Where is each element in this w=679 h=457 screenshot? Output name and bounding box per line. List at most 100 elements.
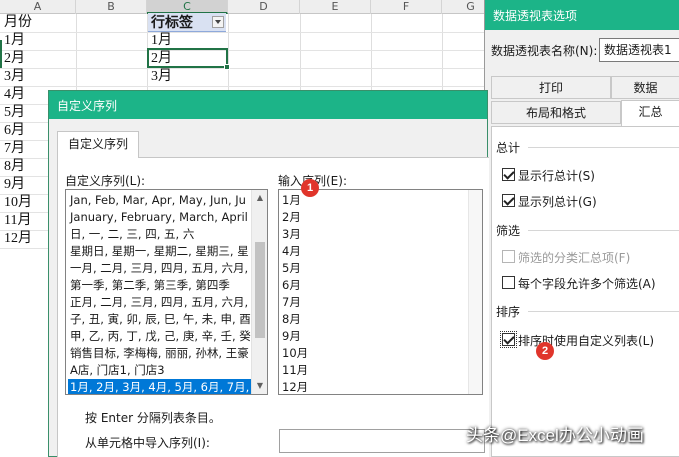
callout-badge-2: 2: [536, 342, 554, 360]
column-header-b[interactable]: B: [76, 0, 147, 14]
tab-totals-filters[interactable]: 汇总: [621, 100, 679, 127]
list-item[interactable]: 子, 丑, 寅, 卯, 辰, 巳, 午, 未, 申, 酉: [68, 311, 252, 328]
list-entry: 1月: [282, 193, 301, 207]
cell-a8[interactable]: 7月: [4, 140, 25, 158]
callout-badge-1: 1: [301, 179, 319, 197]
cell-a3[interactable]: 2月: [4, 50, 25, 68]
section-sorting: 排序: [496, 305, 521, 319]
list-entry: 12月: [282, 380, 309, 394]
section-totals: 总计: [496, 141, 521, 155]
option-show-row-totals[interactable]: 显示行总计(S): [518, 167, 595, 184]
checkbox-use-custom-lists[interactable]: [500, 331, 517, 348]
list-entry: 9月: [282, 329, 301, 343]
list-item[interactable]: 销售目标, 李梅梅, 丽丽, 孙林, 王豪: [68, 345, 252, 362]
column-header-c[interactable]: C: [147, 0, 228, 14]
list-item[interactable]: 日, 一, 二, 三, 四, 五, 六: [68, 226, 252, 243]
watermark-text: 头条@Excel办公小动画: [466, 426, 644, 445]
list-entry: 10月: [282, 346, 309, 360]
column-header-row: A B C D E F G: [0, 0, 500, 14]
list-item[interactable]: January, February, March, April: [68, 209, 252, 226]
cell-a2[interactable]: 1月: [4, 32, 25, 50]
cell-a4[interactable]: 3月: [4, 68, 25, 86]
gridline: [0, 32, 500, 33]
option-filtered-subtotals[interactable]: 筛选的分类汇总项(F): [518, 249, 630, 266]
list-item[interactable]: 甲, 乙, 丙, 丁, 戊, 己, 庚, 辛, 壬, 癸: [68, 328, 252, 345]
cell-a6[interactable]: 5月: [4, 104, 25, 122]
custom-lists-label: 自定义序列(L):: [65, 174, 146, 188]
checkbox-multiple-filters[interactable]: [502, 276, 515, 289]
enter-hint: 按 Enter 分隔列表条目。: [85, 411, 221, 425]
list-entry: 5月: [282, 261, 301, 275]
option-show-col-totals[interactable]: 显示列总计(G): [518, 193, 597, 210]
pivot-options-titlebar[interactable]: 数据透视表选项: [485, 0, 679, 30]
list-entry: 3月: [282, 227, 301, 241]
section-divider: [528, 230, 679, 231]
cell-a9[interactable]: 8月: [4, 158, 25, 176]
scroll-up-icon[interactable]: ▲: [252, 190, 267, 206]
option-multiple-filters[interactable]: 每个字段允许多个筛选(A): [518, 275, 656, 292]
custom-lists-scrollbar[interactable]: ▲ ▼: [251, 190, 267, 394]
cell-a7[interactable]: 6月: [4, 122, 25, 140]
cell-a5[interactable]: 4月: [4, 86, 25, 104]
active-cell-border: [147, 48, 228, 68]
gridline: [0, 68, 500, 69]
checkbox-show-col-totals[interactable]: [502, 194, 515, 207]
custom-list-titlebar[interactable]: 自定义序列: [49, 91, 487, 119]
selection-edge: [0, 40, 2, 68]
custom-lists-listbox[interactable]: Jan, Feb, Mar, Apr, May, Jun, Ju January…: [65, 189, 268, 395]
list-entry: 6月: [282, 278, 301, 292]
column-header-e[interactable]: E: [300, 0, 371, 14]
cell-a12[interactable]: 11月: [4, 212, 31, 230]
tab-layout-format[interactable]: 布局和格式: [491, 101, 621, 124]
section-divider: [528, 311, 679, 312]
gridline: [0, 50, 500, 51]
pivot-options-title: 数据透视表选项: [493, 9, 578, 23]
section-filters: 筛选: [496, 224, 521, 238]
cell-a11[interactable]: 10月: [4, 194, 32, 212]
list-entries-textarea[interactable]: 1月 2月 3月 4月 5月 6月 7月 8月 9月 10月 11月 12月: [278, 189, 483, 395]
tab-print[interactable]: 打印: [491, 76, 611, 99]
cell-a10[interactable]: 9月: [4, 176, 25, 194]
scroll-thumb[interactable]: [255, 242, 265, 338]
cell-a1[interactable]: 月份: [4, 14, 32, 32]
totals-tab-page: 总计 显示行总计(S) 显示列总计(G) 筛选 筛选的分类汇总项(F) 每个字段…: [491, 126, 679, 457]
list-item[interactable]: A店, 门店1, 门店3: [68, 362, 252, 379]
column-header-d[interactable]: D: [228, 0, 300, 14]
pivot-row-label-text: 行标签: [151, 14, 193, 30]
list-item[interactable]: 正月, 二月, 三月, 四月, 五月, 六月,: [68, 294, 252, 311]
list-entry: 4月: [282, 244, 301, 258]
pivot-name-label: 数据透视表名称(N):: [491, 44, 598, 58]
list-item-selected[interactable]: 1月, 2月, 3月, 4月, 5月, 6月, 7月,: [68, 379, 252, 394]
import-label: 从单元格中导入序列(I):: [85, 436, 210, 450]
tab-custom-lists[interactable]: 自定义序列: [57, 131, 139, 158]
checkbox-filtered-subtotals[interactable]: [502, 250, 515, 263]
pivot-name-input[interactable]: 数据透视表1: [599, 38, 679, 62]
gridline: [0, 86, 500, 87]
fill-handle[interactable]: [224, 64, 230, 70]
filter-dropdown-icon[interactable]: [212, 16, 224, 28]
column-header-f[interactable]: F: [371, 0, 442, 14]
pivot-options-dialog: 数据透视表选项 数据透视表名称(N): 数据透视表1 打印 数据 布局和格式 汇…: [484, 0, 679, 457]
list-entry: 8月: [282, 312, 301, 326]
list-entry: 7月: [282, 295, 301, 309]
list-entries-scrollbar[interactable]: [468, 190, 482, 394]
tab-data[interactable]: 数据: [611, 76, 679, 99]
section-divider: [528, 147, 679, 148]
list-item[interactable]: 一月, 二月, 三月, 四月, 五月, 六月,: [68, 260, 252, 277]
pivot-options-body: 数据透视表名称(N): 数据透视表1 打印 数据 布局和格式 汇总 总计 显示行…: [485, 30, 679, 457]
list-item[interactable]: 第一季, 第二季, 第三季, 第四季: [68, 277, 252, 294]
cell-c4[interactable]: 3月: [151, 68, 172, 86]
scroll-down-icon[interactable]: ▼: [252, 378, 267, 394]
cell-a13[interactable]: 12月: [4, 230, 32, 248]
import-range-input[interactable]: [279, 429, 485, 453]
pivot-row-label-header[interactable]: 行标签: [148, 13, 226, 32]
column-header-a[interactable]: A: [0, 0, 76, 14]
list-item[interactable]: 星期日, 星期一, 星期二, 星期三, 星: [68, 243, 252, 260]
custom-list-dialog: 自定义序列 自定义序列 自定义序列(L): 输入序列(E): Jan, Feb,…: [48, 90, 489, 457]
custom-list-title: 自定义序列: [57, 99, 118, 113]
checkbox-show-row-totals[interactable]: [502, 168, 515, 181]
list-item[interactable]: Jan, Feb, Mar, Apr, May, Jun, Ju: [68, 192, 252, 209]
screenshot: A B C D E F G 月份 1月 2月 3月 4月 5月 6月 7月 8月…: [0, 0, 679, 457]
list-entry: 11月: [282, 363, 309, 377]
list-entry: 2月: [282, 210, 301, 224]
